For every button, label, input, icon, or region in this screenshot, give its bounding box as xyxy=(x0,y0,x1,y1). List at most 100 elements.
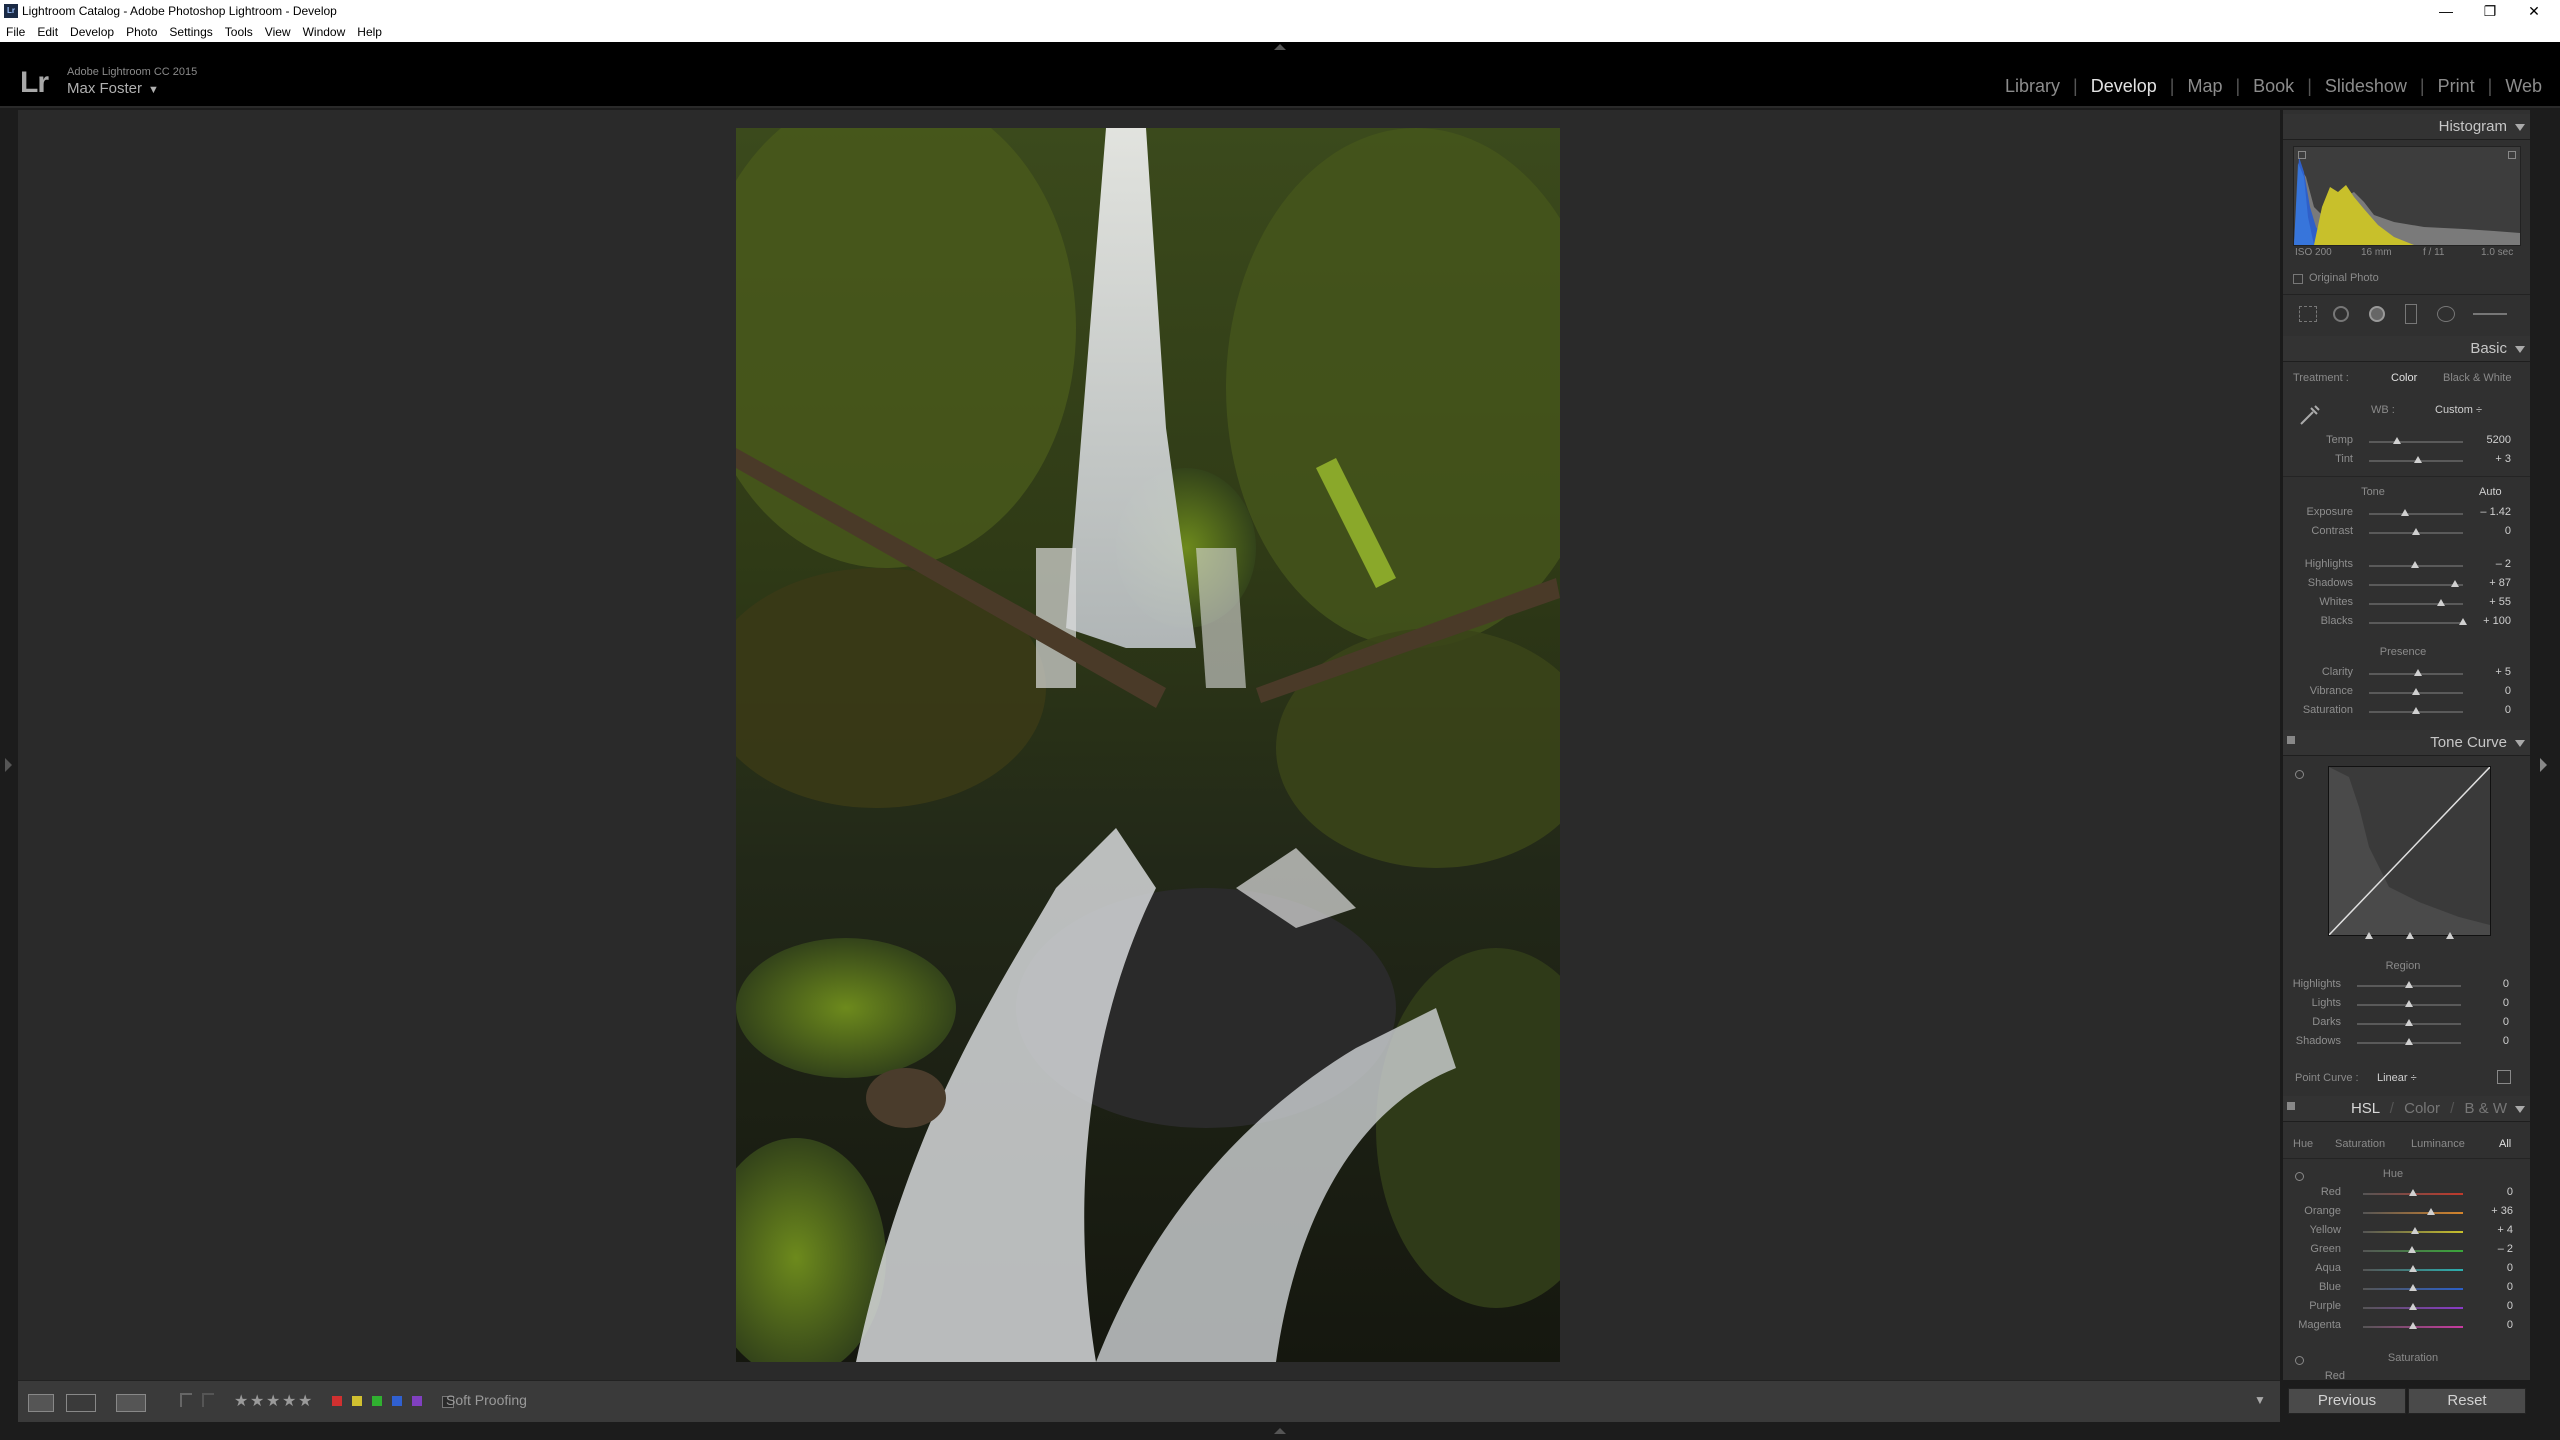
treatment-color-button[interactable]: Color xyxy=(2391,372,2417,384)
collapse-right-panel-icon[interactable] xyxy=(2540,758,2547,772)
panel-switch-icon[interactable] xyxy=(2287,736,2295,744)
curve-split-shadows-thumb[interactable] xyxy=(2365,932,2373,939)
flag-pick-icon[interactable] xyxy=(180,1393,192,1407)
slider-thumb[interactable] xyxy=(2405,1038,2413,1045)
adjustment-brush-icon[interactable] xyxy=(2473,313,2507,315)
slider-value[interactable]: + 55 xyxy=(2467,596,2511,608)
curve-split-highlights-thumb[interactable] xyxy=(2446,932,2454,939)
slider-track[interactable] xyxy=(2369,513,2463,515)
red-eye-icon[interactable] xyxy=(2369,306,2385,322)
before-after-icon[interactable] xyxy=(66,1394,96,1412)
slider-value[interactable]: 0 xyxy=(2467,685,2511,697)
auto-tone-button[interactable]: Auto xyxy=(2479,486,2502,498)
expand-filmstrip-icon[interactable] xyxy=(1274,1428,1286,1434)
module-web[interactable]: Web xyxy=(2505,76,2542,97)
minimize-button[interactable]: — xyxy=(2424,0,2468,22)
slider-thumb[interactable] xyxy=(2411,561,2420,568)
slider-track[interactable] xyxy=(2369,584,2463,586)
photo-preview[interactable] xyxy=(736,128,1560,1362)
slider-value[interactable]: 0 xyxy=(2465,978,2509,990)
slider-thumb[interactable] xyxy=(2413,669,2422,676)
star-rating-icon[interactable]: ★ xyxy=(250,1391,264,1411)
menu-file[interactable]: File xyxy=(0,22,31,39)
slider-value[interactable]: + 4 xyxy=(2469,1224,2513,1236)
slider-value[interactable]: + 5 xyxy=(2467,666,2511,678)
histogram-graph[interactable] xyxy=(2293,146,2521,246)
slider-thumb[interactable] xyxy=(2405,1019,2413,1026)
slider-value[interactable]: + 3 xyxy=(2467,453,2511,465)
menu-develop[interactable]: Develop xyxy=(64,22,120,39)
radial-filter-icon[interactable] xyxy=(2437,306,2455,322)
basic-header[interactable]: Basic xyxy=(2283,336,2533,362)
maximize-button[interactable]: ❐ xyxy=(2468,0,2512,22)
highlight-clipping-icon[interactable] xyxy=(2508,151,2516,159)
edit-point-curve-icon[interactable] xyxy=(2497,1070,2511,1084)
hsl-subtab-saturation[interactable]: Saturation xyxy=(2335,1138,2385,1150)
slider-value[interactable]: 0 xyxy=(2469,1262,2513,1274)
slider-value[interactable]: + 100 xyxy=(2467,615,2511,627)
slider-thumb[interactable] xyxy=(2409,1265,2417,1272)
menu-tools[interactable]: Tools xyxy=(219,22,259,39)
menu-settings[interactable]: Settings xyxy=(163,22,218,39)
reset-button[interactable]: Reset xyxy=(2408,1388,2526,1414)
eyedropper-icon[interactable] xyxy=(2297,402,2323,428)
slider-value[interactable]: – 1.42 xyxy=(2467,506,2511,518)
loupe-view-icon[interactable] xyxy=(28,1394,54,1412)
graduated-filter-icon[interactable] xyxy=(2405,304,2417,324)
tab-color[interactable]: Color xyxy=(2404,1100,2440,1117)
color-label-swatch[interactable] xyxy=(332,1396,342,1406)
tab-hsl[interactable]: HSL xyxy=(2351,1100,2380,1117)
slider-thumb[interactable] xyxy=(2427,1208,2435,1215)
module-map[interactable]: Map xyxy=(2187,76,2222,97)
tab-bw[interactable]: B & W xyxy=(2464,1100,2507,1117)
slider-thumb[interactable] xyxy=(2393,437,2402,444)
slider-value[interactable]: 0 xyxy=(2469,1319,2513,1331)
toolbar-dropdown-icon[interactable]: ▼ xyxy=(2254,1393,2266,1407)
wb-select[interactable]: Custom ÷ xyxy=(2435,404,2482,416)
star-rating-icon[interactable]: ★ xyxy=(298,1391,312,1411)
slider-thumb[interactable] xyxy=(2412,707,2420,714)
spot-removal-icon[interactable] xyxy=(2333,306,2349,322)
color-label-swatch[interactable] xyxy=(352,1396,362,1406)
slider-thumb[interactable] xyxy=(2409,1189,2417,1196)
flag-reject-icon[interactable] xyxy=(202,1393,214,1407)
hsl-subtab-hue[interactable]: Hue xyxy=(2293,1138,2313,1150)
slider-track[interactable] xyxy=(2369,441,2463,443)
before-after-split-icon[interactable] xyxy=(116,1394,146,1412)
slider-thumb[interactable] xyxy=(2411,1227,2419,1234)
slider-thumb[interactable] xyxy=(2409,1284,2417,1291)
slider-value[interactable]: 0 xyxy=(2469,1300,2513,1312)
previous-button[interactable]: Previous xyxy=(2288,1388,2406,1414)
slider-thumb[interactable] xyxy=(2408,1246,2416,1253)
slider-value[interactable]: 0 xyxy=(2469,1281,2513,1293)
color-label-swatch[interactable] xyxy=(392,1396,402,1406)
slider-track[interactable] xyxy=(2369,603,2463,605)
module-book[interactable]: Book xyxy=(2253,76,2294,97)
hsl-subtab-luminance[interactable]: Luminance xyxy=(2411,1138,2465,1150)
slider-thumb[interactable] xyxy=(2451,580,2460,587)
shadow-clipping-icon[interactable] xyxy=(2298,151,2306,159)
panel-switch-icon[interactable] xyxy=(2287,1102,2295,1110)
module-library[interactable]: Library xyxy=(2005,76,2060,97)
slider-value[interactable]: – 2 xyxy=(2469,1243,2513,1255)
color-label-swatch[interactable] xyxy=(412,1396,422,1406)
curve-split-midtones-thumb[interactable] xyxy=(2406,932,2414,939)
menu-photo[interactable]: Photo xyxy=(120,22,163,39)
menu-window[interactable]: Window xyxy=(297,22,352,39)
module-develop[interactable]: Develop xyxy=(2091,76,2157,97)
menu-edit[interactable]: Edit xyxy=(31,22,64,39)
hsl-subtab-all[interactable]: All xyxy=(2499,1138,2511,1150)
slider-value[interactable]: + 36 xyxy=(2469,1205,2513,1217)
slider-value[interactable]: 0 xyxy=(2467,704,2511,716)
expand-left-panel-icon[interactable] xyxy=(5,758,12,772)
tone-curve-header[interactable]: Tone Curve xyxy=(2283,730,2533,756)
menu-view[interactable]: View xyxy=(259,22,297,39)
slider-thumb[interactable] xyxy=(2413,456,2422,463)
crop-tool-icon[interactable] xyxy=(2299,306,2317,322)
target-adjust-icon[interactable] xyxy=(2295,1172,2304,1181)
histogram-header[interactable]: Histogram xyxy=(2283,114,2533,140)
menu-help[interactable]: Help xyxy=(351,22,388,39)
close-button[interactable]: ✕ xyxy=(2512,0,2556,22)
slider-value[interactable]: – 2 xyxy=(2467,558,2511,570)
slider-value[interactable]: 5200 xyxy=(2467,434,2511,446)
